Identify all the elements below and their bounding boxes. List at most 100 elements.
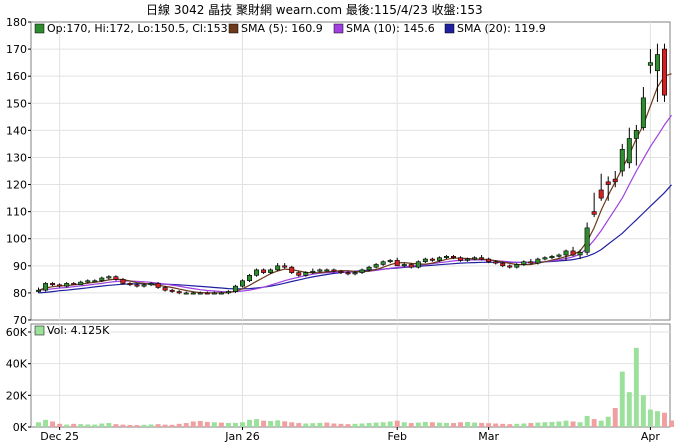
candle-body xyxy=(500,262,506,267)
candle-body xyxy=(141,284,147,287)
volume-bar xyxy=(373,422,379,427)
candle-body xyxy=(155,283,161,288)
candle-body xyxy=(310,270,316,273)
legend-sma10: SMA (10): 145.6 xyxy=(346,22,435,35)
x-tick-label: Jan 26 xyxy=(224,430,259,443)
chart-header-title: 日線 3042 晶技 聚財網 wearn.com 最後:115/4/23 收盤:… xyxy=(146,2,483,17)
volume-bar xyxy=(570,421,576,427)
volume-bar xyxy=(514,423,520,427)
candle-body xyxy=(647,62,653,66)
candle-body xyxy=(57,284,63,287)
volume-bar xyxy=(232,422,238,427)
volume-bar xyxy=(662,412,667,427)
candle-body xyxy=(92,280,98,283)
price-y-tick-label: 150 xyxy=(6,97,27,110)
candle-body xyxy=(162,287,168,291)
volume-bar xyxy=(647,409,653,427)
volume-bar xyxy=(528,423,534,427)
volume-bar xyxy=(331,423,337,427)
candle-body xyxy=(225,291,231,294)
volume-bar xyxy=(85,424,91,427)
candle-body xyxy=(183,292,189,295)
volume-bar xyxy=(500,423,506,427)
volume-bar xyxy=(479,422,485,427)
volume-bar xyxy=(155,424,161,427)
volume-bar xyxy=(633,347,639,427)
candle-body xyxy=(394,260,400,267)
volume-bar xyxy=(247,419,252,427)
volume-bar xyxy=(176,423,182,427)
volume-bar xyxy=(429,422,435,427)
volume-bar xyxy=(563,420,569,427)
volume-bar xyxy=(542,422,548,427)
candle-body xyxy=(36,289,41,292)
candle-body xyxy=(338,270,344,273)
candle-body xyxy=(528,261,534,264)
candle-body xyxy=(472,257,478,260)
candle xyxy=(662,43,667,102)
volume-bar xyxy=(71,423,77,427)
candle xyxy=(415,260,421,269)
legend-swatch-sma20 xyxy=(444,23,455,34)
candle-body xyxy=(373,264,379,268)
candle-body xyxy=(317,269,323,272)
candle xyxy=(43,282,49,292)
price-y-tick-label: 90 xyxy=(13,260,27,273)
price-y-tick-label: 140 xyxy=(6,124,27,137)
legend-swatch-sma10 xyxy=(333,23,344,34)
candle-body xyxy=(514,264,520,268)
volume-bar xyxy=(605,416,611,427)
volume-bar xyxy=(197,420,203,427)
volume-y-tick-label: 20K xyxy=(6,389,28,402)
volume-bar xyxy=(366,423,372,427)
volume-bar xyxy=(619,371,625,427)
candle-body xyxy=(296,272,302,276)
volume-bar xyxy=(218,422,224,427)
candle-body xyxy=(240,280,245,287)
candle-body xyxy=(176,291,182,294)
candle-body xyxy=(493,261,499,264)
price-y-tick-label: 80 xyxy=(13,287,27,300)
volume-bar xyxy=(338,423,344,427)
volume-bar xyxy=(190,421,196,427)
volume-bar xyxy=(78,424,84,427)
volume-bar xyxy=(472,422,478,427)
volume-bar xyxy=(626,392,632,427)
legend-sma5: SMA (5): 160.9 xyxy=(241,22,323,35)
candle-body xyxy=(359,269,365,273)
candle-body xyxy=(507,265,513,268)
candle-body xyxy=(78,281,84,286)
volume-bar xyxy=(408,423,414,427)
volume-bar xyxy=(507,424,513,427)
candle-body xyxy=(415,261,421,268)
candle-body xyxy=(443,256,449,258)
volume-bar xyxy=(577,422,583,427)
volume-bar xyxy=(465,421,471,427)
candle-body xyxy=(43,283,49,291)
volume-bar xyxy=(535,422,541,427)
candle-body xyxy=(619,149,625,172)
candle-body xyxy=(85,280,91,283)
candle-body xyxy=(261,269,267,273)
volume-bar xyxy=(324,422,330,427)
price-y-tick-label: 100 xyxy=(6,233,27,246)
candle-body xyxy=(429,258,435,261)
candle-body xyxy=(640,97,646,128)
volume-bar xyxy=(183,423,189,427)
candle-body xyxy=(465,258,471,261)
volume-bar xyxy=(640,395,646,427)
volume-legend: Vol: 4.125K xyxy=(34,324,110,337)
candle-body xyxy=(577,251,583,256)
candle-body xyxy=(127,283,133,286)
volume-bar xyxy=(169,424,175,427)
price-y-tick-label: 120 xyxy=(6,179,27,192)
candle-body xyxy=(486,258,492,263)
candle-body xyxy=(113,276,119,280)
candle-body xyxy=(451,256,456,258)
volume-bar xyxy=(380,422,386,427)
candle-body xyxy=(380,261,386,265)
candle-body xyxy=(211,292,217,295)
volume-bar xyxy=(254,419,260,427)
price-y-tick-label: 180 xyxy=(6,16,27,29)
candle-body xyxy=(275,265,281,271)
